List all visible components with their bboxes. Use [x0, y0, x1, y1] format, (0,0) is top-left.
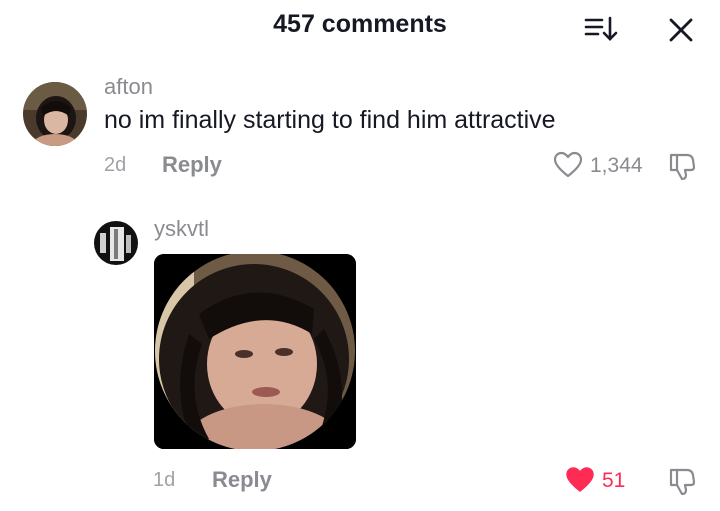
comment-timestamp: 2d — [104, 154, 127, 176]
like-count: 1,344 — [590, 154, 643, 177]
comments-panel: 457 comments afton no im finally startin… — [0, 0, 720, 511]
reply-avatar[interactable] — [94, 221, 138, 265]
reply-like-count: 51 — [602, 469, 626, 492]
avatar[interactable] — [23, 82, 87, 146]
close-icon[interactable] — [667, 16, 695, 44]
thumbs-down-icon[interactable] — [667, 466, 697, 496]
reply-button[interactable]: Reply — [162, 152, 222, 178]
reply-to-reply-button[interactable]: Reply — [212, 467, 272, 493]
comment-text: no im finally starting to find him attra… — [104, 106, 556, 134]
heart-filled-icon[interactable] — [565, 466, 595, 494]
sort-icon[interactable] — [584, 15, 618, 43]
reply-username[interactable]: yskvtl — [154, 216, 209, 242]
comment-username[interactable]: afton — [104, 74, 153, 100]
reply-timestamp: 1d — [153, 469, 176, 491]
heart-outline-icon[interactable] — [553, 151, 583, 179]
reply-photo-sticker[interactable] — [154, 254, 356, 449]
thumbs-down-icon[interactable] — [667, 151, 697, 181]
